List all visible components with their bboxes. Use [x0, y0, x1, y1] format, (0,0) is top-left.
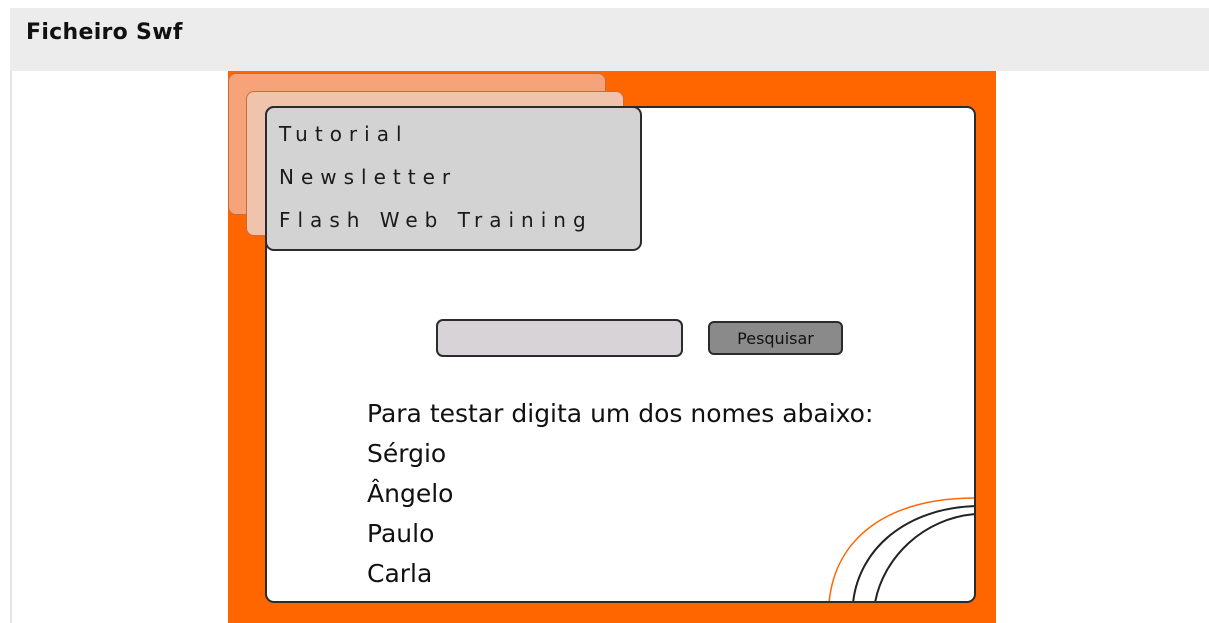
search-button[interactable]: Pesquisar: [708, 321, 843, 355]
decorative-arc-black-inner: [874, 513, 974, 601]
decorative-arcs: [828, 497, 974, 601]
name-item: Sérgio: [367, 439, 447, 468]
decorative-arc-black-outer: [852, 505, 974, 601]
search-input[interactable]: [436, 319, 683, 357]
menu-item-flash-web-training[interactable]: Flash Web Training: [279, 208, 593, 232]
menu-item-tutorial[interactable]: Tutorial: [279, 122, 409, 146]
page: Ficheiro Swf Pesquisar Para testar digit…: [0, 0, 1209, 623]
name-item: Paulo: [367, 519, 435, 548]
menu-panel: Tutorial Newsletter Flash Web Training: [265, 106, 642, 251]
flash-swf-stage[interactable]: Pesquisar Para testar digita um dos nome…: [228, 71, 996, 623]
instructions-block: Para testar digita um dos nomes abaixo: …: [367, 394, 873, 594]
header-bar: [10, 8, 1209, 71]
instructions-heading: Para testar digita um dos nomes abaixo:: [367, 399, 874, 428]
name-item: Ângelo: [367, 479, 454, 508]
page-title: Ficheiro Swf: [26, 20, 183, 45]
name-item: Carla: [367, 559, 433, 588]
left-divider: [10, 71, 12, 623]
menu-item-newsletter[interactable]: Newsletter: [279, 165, 457, 189]
